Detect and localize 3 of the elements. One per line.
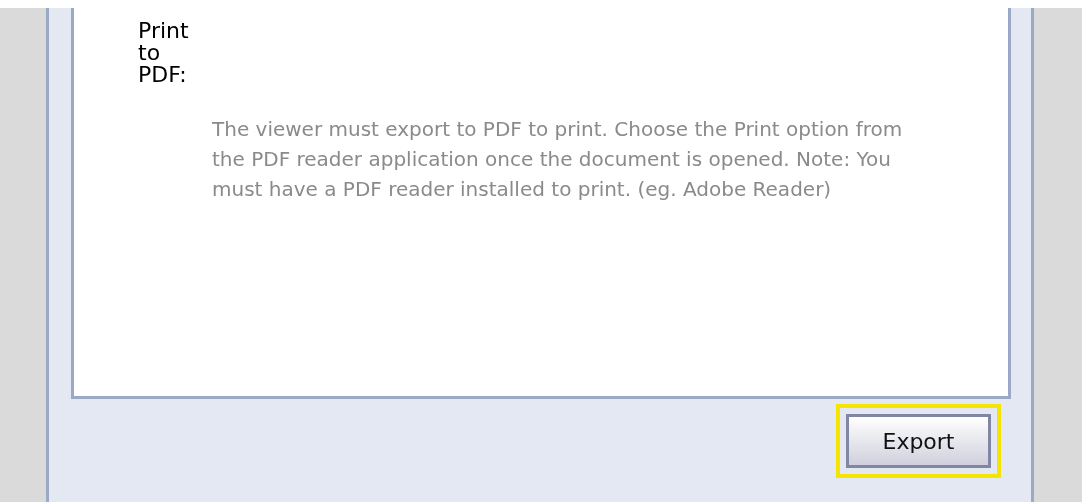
option-label: Print to PDF: [138, 20, 190, 86]
export-button[interactable]: Export [846, 414, 991, 468]
option-description: The viewer must export to PDF to print. Choose the Print option from the PDF reader application once the document is opened. Note: You must have a PDF reader installed to print. (eg. Adobe Reader) [212, 116, 904, 203]
